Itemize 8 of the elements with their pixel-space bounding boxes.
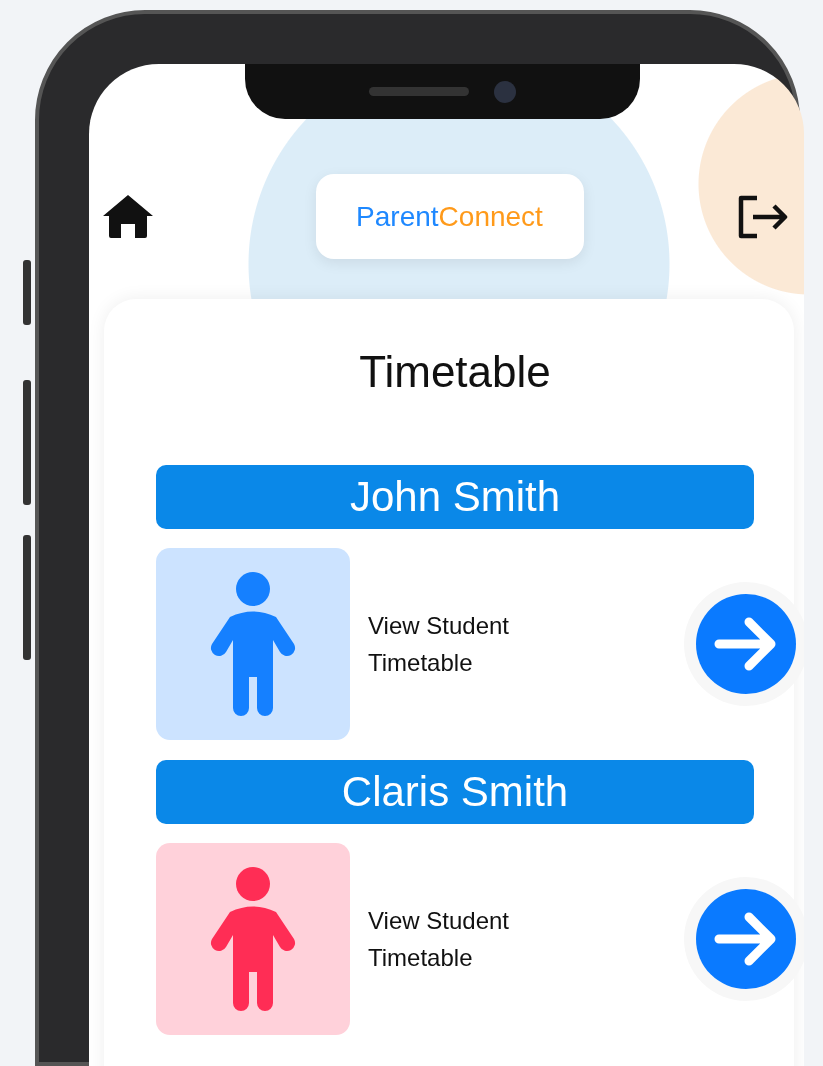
action-text: View Student Timetable: [368, 611, 510, 678]
logout-icon[interactable]: [737, 194, 789, 239]
page-title: Timetable: [358, 347, 552, 397]
home-icon[interactable]: [102, 194, 154, 239]
action-text: View Student Timetable: [368, 906, 510, 973]
student-name-bar: Claris Smith: [156, 760, 754, 824]
brand-name: ParentConnect: [356, 200, 543, 233]
student-name-bar: John Smith: [156, 465, 754, 529]
